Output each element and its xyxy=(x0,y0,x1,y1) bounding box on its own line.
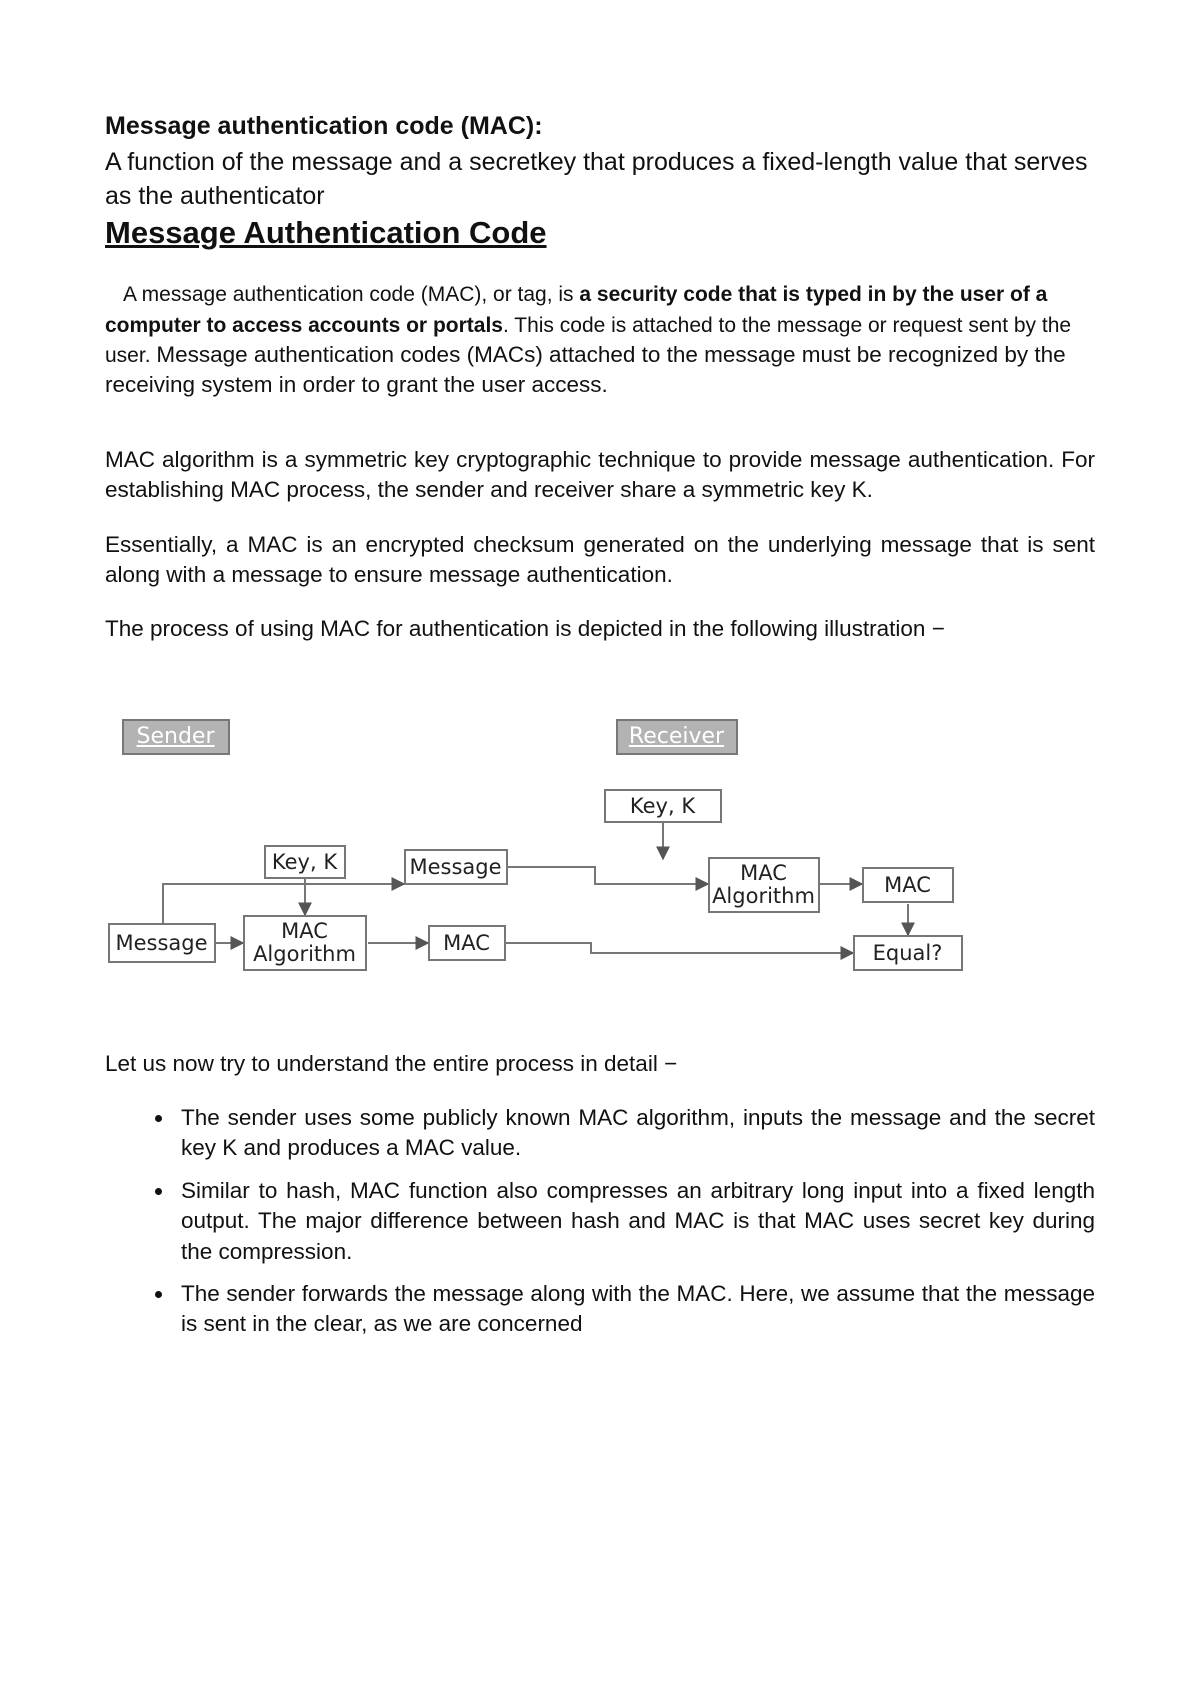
paragraph-3: Essentially, a MAC is an encrypted check… xyxy=(105,530,1095,591)
bullet-list: The sender uses some publicly known MAC … xyxy=(105,1103,1095,1340)
diagram-receiver-macalg: MAC Algorithm xyxy=(708,857,820,913)
diagram-equal: Equal? xyxy=(853,935,963,971)
receiver-macalg-line2: Algorithm xyxy=(712,885,815,908)
intro-line: A function of the message and a secretke… xyxy=(105,146,1095,214)
diagram-sender-key: Key, K xyxy=(264,845,346,879)
bullet-2: Similar to hash, MAC function also compr… xyxy=(175,1176,1095,1267)
macalg-line2: Algorithm xyxy=(253,943,356,966)
diagram-receiver-mac: MAC xyxy=(862,867,954,903)
bullet-3: The sender forwards the message along wi… xyxy=(175,1279,1095,1340)
diagram-receiver-label: Receiver xyxy=(616,719,738,755)
paragraph-1: A message authentication code (MAC), or … xyxy=(105,279,1095,401)
section-title: Message Authentication Code xyxy=(105,215,1095,251)
diagram-center-message: Message xyxy=(404,849,508,885)
bullet-1: The sender uses some publicly known MAC … xyxy=(175,1103,1095,1164)
paragraph-2: MAC algorithm is a symmetric key cryptog… xyxy=(105,445,1095,506)
after-diagram-line: Let us now try to understand the entire … xyxy=(105,1049,1095,1079)
p1-prefix: A message authentication code (MAC), or … xyxy=(123,283,579,306)
heading-mac: Message authentication code (MAC): xyxy=(105,110,1095,144)
document-page: Message authentication code (MAC): A fun… xyxy=(0,0,1200,1452)
macalg-line1: MAC xyxy=(281,920,328,943)
paragraph-4: The process of using MAC for authenticat… xyxy=(105,614,1095,644)
diagram-sender-mac: MAC xyxy=(428,925,506,961)
diagram-receiver-key: Key, K xyxy=(604,789,722,823)
receiver-macalg-line1: MAC xyxy=(740,862,787,885)
p1-tail: Message authentication codes (MACs) atta… xyxy=(105,342,1066,397)
diagram-sender-macalg: MAC Algorithm xyxy=(243,915,367,971)
diagram-sender-label: Sender xyxy=(122,719,230,755)
diagram-sender-message: Message xyxy=(108,923,216,963)
mac-diagram: Sender Receiver Key, K MAC Algorithm Mes… xyxy=(108,719,1093,999)
